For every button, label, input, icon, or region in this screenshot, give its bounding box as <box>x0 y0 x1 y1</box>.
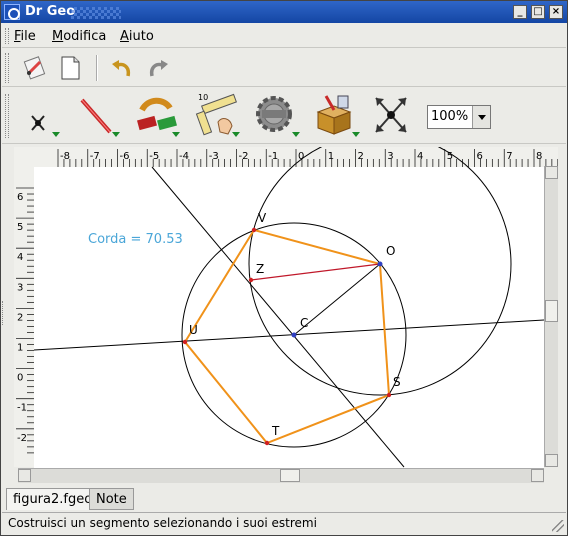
point-O[interactable] <box>377 261 383 267</box>
maximize-icon[interactable]: □ <box>531 5 545 19</box>
undo-icon[interactable] <box>108 54 136 82</box>
x-tick-label: -2 <box>239 151 249 162</box>
canvas-background[interactable] <box>34 167 544 468</box>
y-tick-label: 2 <box>17 312 23 323</box>
label-U: U <box>189 323 198 337</box>
scroll-up-icon[interactable] <box>545 166 558 179</box>
vertical-scroll-thumb[interactable] <box>545 300 558 322</box>
point-V[interactable] <box>251 227 257 233</box>
label-O: O <box>386 244 395 258</box>
point-U[interactable] <box>182 339 188 345</box>
point-tool-icon[interactable] <box>22 92 72 140</box>
y-tick-label: 4 <box>17 252 23 263</box>
app-window: Dr Geo _ □ × File Modifica Aiuto 10 100%… <box>0 0 568 536</box>
titlebar-pattern <box>71 7 121 19</box>
y-tick-label: 6 <box>17 192 23 203</box>
status-bar: Costruisci un segmento selezionando i su… <box>2 512 566 534</box>
zoom-value: 100% <box>431 109 469 124</box>
label-C: C <box>300 316 308 330</box>
vertical-scrollbar[interactable] <box>544 166 558 467</box>
menu-bar: File Modifica Aiuto <box>2 24 566 48</box>
horizontal-scroll-thumb[interactable] <box>280 469 300 482</box>
tools-grip[interactable] <box>5 94 9 138</box>
label-Z: Z <box>256 262 264 276</box>
y-tick-label: -1 <box>17 403 27 414</box>
point-Z[interactable] <box>248 277 254 283</box>
label-V: V <box>258 211 267 225</box>
status-text: Costruisci un segmento selezionando i su… <box>8 516 317 530</box>
x-tick-label: -8 <box>60 151 70 162</box>
measure-tool-icon[interactable]: 10 <box>192 92 242 140</box>
y-tick-label: 0 <box>17 373 23 384</box>
scroll-left-icon[interactable] <box>18 469 31 482</box>
redo-icon[interactable] <box>144 54 172 82</box>
tab-note[interactable]: Note <box>89 488 134 510</box>
title-bar[interactable]: Dr Geo _ □ × <box>1 1 567 23</box>
macro-gear-icon[interactable] <box>252 92 302 140</box>
macro-tool-menu-icon[interactable] <box>292 132 300 137</box>
x-tick-label: -3 <box>209 151 219 162</box>
new-document-icon[interactable] <box>56 54 84 82</box>
y-tick-label: 3 <box>17 282 23 293</box>
drawing-area[interactable]: -8 -7 -6 -5 -4 -3 -2 -1 0 1 2 3 4 5 6 7 8 6 5 4 3 2 1 0 -1 -2 V <box>14 132 559 485</box>
horizontal-scrollbar[interactable] <box>18 468 544 483</box>
scroll-right-icon[interactable] <box>531 469 544 482</box>
x-tick-label: 7 <box>506 151 512 162</box>
x-tick-label: 4 <box>417 151 423 162</box>
label-T: T <box>271 424 280 438</box>
main-toolbar <box>2 49 566 87</box>
x-tick-label: -6 <box>120 151 130 162</box>
x-tick-label: 6 <box>477 151 483 162</box>
label-S: S <box>393 375 401 389</box>
window-title: Dr Geo <box>25 4 76 19</box>
point-T[interactable] <box>264 440 270 446</box>
x-tick-label: 3 <box>387 151 393 162</box>
y-tick-label: 1 <box>17 343 23 354</box>
resize-grip-icon[interactable] <box>552 520 564 532</box>
side-grip[interactable] <box>2 301 8 325</box>
x-tick-label: 1 <box>328 151 334 162</box>
menu-modifica[interactable]: Modifica <box>52 29 106 44</box>
minimize-icon[interactable]: _ <box>513 5 527 19</box>
transformation-tool-icon[interactable] <box>134 92 184 140</box>
script-tool-menu-icon[interactable] <box>352 132 360 137</box>
x-tick-label: -4 <box>179 151 189 162</box>
line-tool-menu-icon[interactable] <box>112 132 120 137</box>
menu-aiuto[interactable]: Aiuto <box>120 29 154 44</box>
point-tool-menu-icon[interactable] <box>52 132 60 137</box>
move-tool-icon[interactable] <box>370 92 420 140</box>
y-tick-label: -2 <box>17 433 27 444</box>
document-tabs: figura2.fgeo Note <box>2 486 566 512</box>
line-tool-icon[interactable] <box>76 92 126 140</box>
pencil-paper-icon[interactable] <box>20 54 48 82</box>
drgeo-app-icon[interactable] <box>4 4 20 20</box>
point-S[interactable] <box>386 392 392 398</box>
x-tick-label: -5 <box>149 151 159 162</box>
close-icon[interactable]: × <box>549 5 563 19</box>
menubar-grip[interactable] <box>5 28 9 44</box>
script-box-icon[interactable] <box>312 92 362 140</box>
x-tick-label: -1 <box>268 151 278 162</box>
x-tick-label: 0 <box>298 151 304 162</box>
y-tick-label: 5 <box>17 222 23 233</box>
x-tick-label: 8 <box>536 151 542 162</box>
transformation-tool-menu-icon[interactable] <box>172 132 180 137</box>
point-C[interactable] <box>291 332 297 338</box>
toolbar-grip[interactable] <box>5 53 9 83</box>
x-tick-label: -7 <box>90 151 100 162</box>
svg-text:10: 10 <box>198 93 208 102</box>
x-tick-label: 2 <box>358 151 364 162</box>
zoom-select[interactable]: 100% <box>427 105 491 129</box>
menu-file[interactable]: File <box>14 29 36 44</box>
chord-measure-label[interactable]: Corda = 70.53 <box>88 232 183 247</box>
measure-tool-menu-icon[interactable] <box>232 132 240 137</box>
toolbar-separator <box>96 55 98 81</box>
chevron-down-icon[interactable] <box>472 106 490 128</box>
scroll-down-icon[interactable] <box>545 454 558 467</box>
tab-figura2[interactable]: figura2.fgeo <box>6 488 100 510</box>
